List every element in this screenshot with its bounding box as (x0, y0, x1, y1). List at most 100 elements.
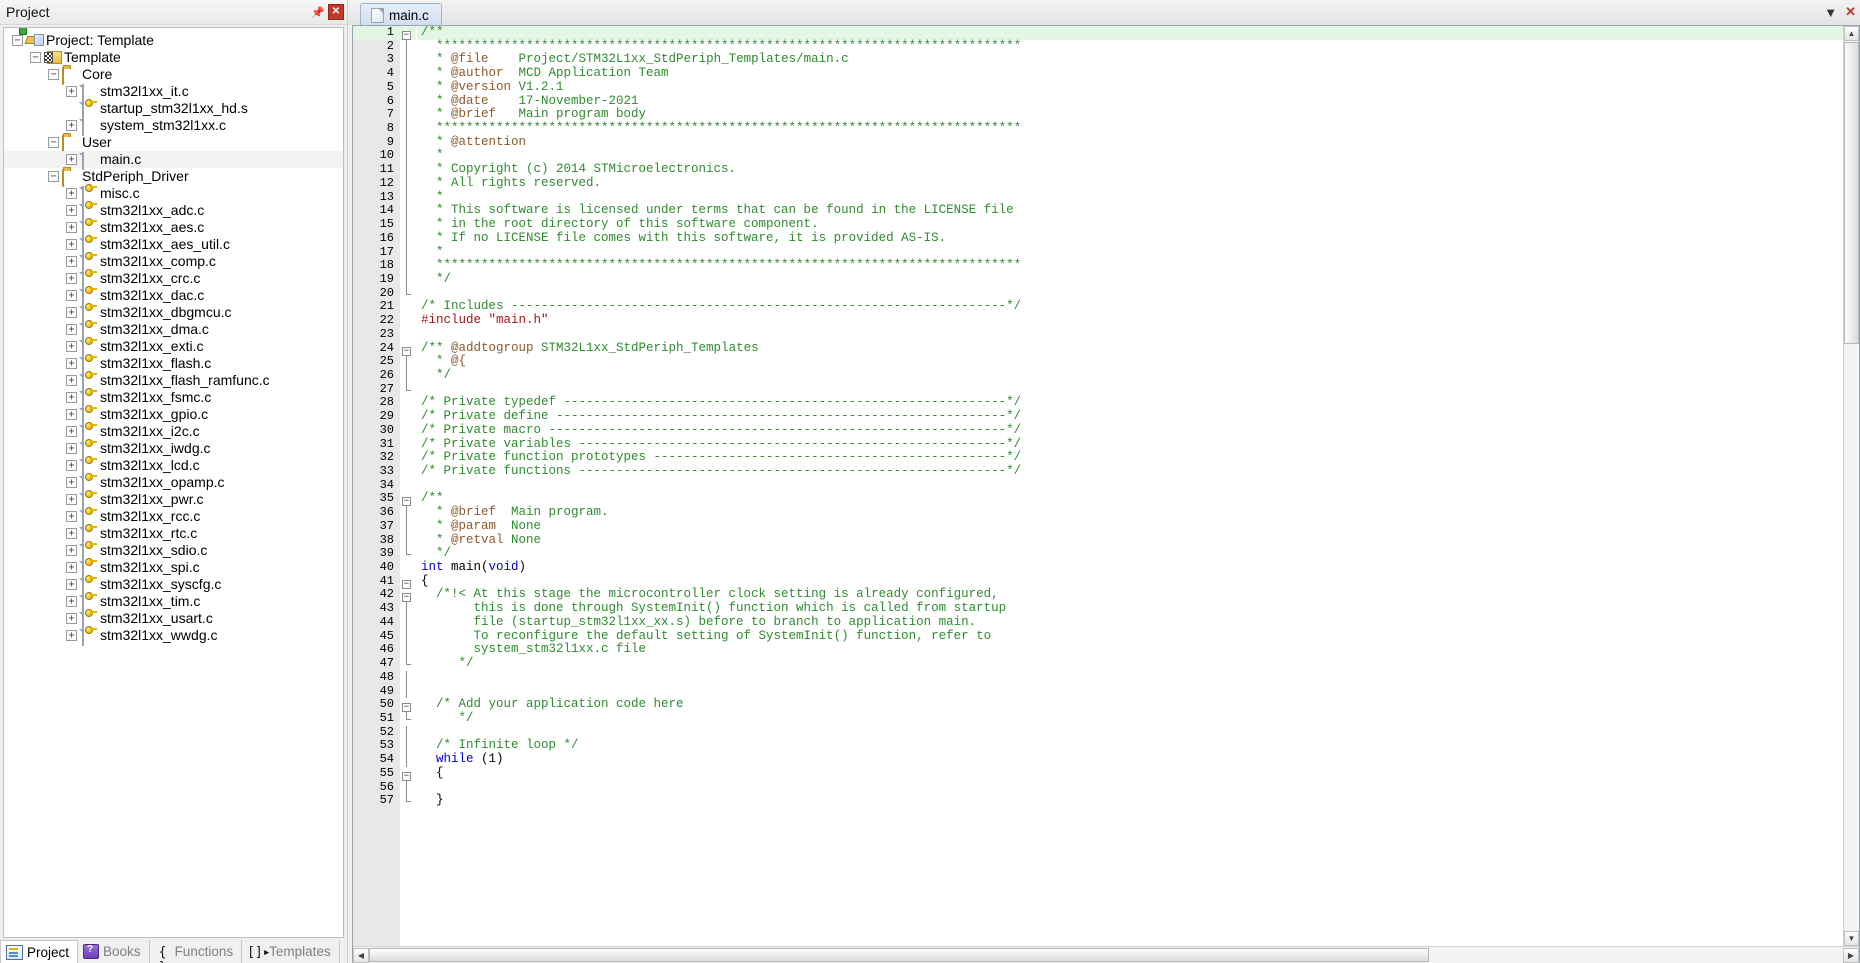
tree-item[interactable]: + stm32l1xx_gpio.c (4, 406, 343, 425)
expand-icon[interactable]: + (66, 154, 77, 165)
fold-cell[interactable] (400, 739, 416, 754)
collapse-icon[interactable]: − (48, 171, 59, 182)
fold-cell[interactable] (400, 424, 416, 438)
tree-item[interactable]: + stm32l1xx_usart.c (4, 610, 343, 629)
expand-icon[interactable]: + (66, 409, 77, 420)
tree-item[interactable]: + stm32l1xx_tim.c (4, 593, 343, 612)
tree-item[interactable]: + stm32l1xx_spi.c (4, 559, 343, 578)
tab-main-c[interactable]: main.c (360, 3, 442, 27)
code-line[interactable]: file (startup_stm32l1xx_xx.s) before to … (417, 615, 1843, 630)
close-icon[interactable]: ✕ (328, 4, 344, 20)
tree-item[interactable]: + system_stm32l1xx.c (4, 117, 343, 136)
expand-icon[interactable]: + (66, 341, 77, 352)
fold-collapse-icon[interactable]: − (402, 497, 411, 507)
project-tree[interactable]: − Project: Template − Template − Core + stm32l1… (4, 28, 343, 646)
code-line[interactable]: /* Infinite loop */ (417, 739, 1843, 753)
tab-bar-controls[interactable]: ▼ ✕ (1824, 4, 1856, 20)
fold-cell[interactable] (400, 794, 416, 808)
fold-collapse-icon[interactable]: − (402, 593, 411, 603)
code-line[interactable]: system_stm32l1xx.c file (417, 642, 1843, 657)
fold-cell[interactable] (400, 94, 416, 109)
code-line[interactable]: while (1) (417, 752, 1843, 767)
fold-cell[interactable] (400, 780, 416, 795)
tree-item[interactable]: − Template (4, 49, 343, 66)
code-line[interactable]: { (417, 766, 1843, 781)
fold-cell[interactable] (400, 204, 416, 219)
fold-collapse-icon[interactable]: − (402, 771, 411, 781)
fold-collapse-icon[interactable]: − (402, 703, 411, 713)
close-document-icon[interactable]: ✕ (1845, 4, 1856, 20)
tree-item[interactable]: + stm32l1xx_aes_util.c (4, 236, 343, 255)
code-line[interactable]: */ (417, 711, 1843, 726)
fold-cell[interactable] (400, 451, 416, 465)
fold-cell[interactable] (400, 643, 416, 658)
code-line[interactable]: * @{ (417, 354, 1843, 369)
expand-icon[interactable]: + (66, 120, 77, 131)
expand-icon[interactable]: + (66, 358, 77, 369)
fold-cell[interactable] (400, 547, 416, 561)
code-text-area[interactable]: /** ************************************… (417, 26, 1843, 946)
horizontal-scroll-track[interactable] (1429, 947, 1843, 963)
code-line[interactable] (417, 287, 1843, 301)
editor-horizontal-scrollbar[interactable]: ◀ ▶ (353, 946, 1859, 963)
expand-icon[interactable]: + (66, 256, 77, 267)
code-line[interactable]: * @brief Main program. (417, 505, 1843, 520)
expand-icon[interactable]: + (66, 528, 77, 539)
tree-item[interactable]: + stm32l1xx_flash_ramfunc.c (4, 372, 343, 391)
project-tree-container[interactable]: − Project: Template − Template − Core + stm32l1… (3, 27, 344, 938)
fold-cell[interactable] (400, 176, 416, 191)
code-line[interactable]: /*!< At this stage the microcontroller c… (417, 588, 1843, 602)
scroll-right-arrow-icon[interactable]: ▶ (1843, 947, 1859, 963)
project-pane-tabs[interactable]: Project Books { } Functions []▸Templates (0, 940, 347, 963)
code-line[interactable]: { (417, 574, 1843, 589)
fold-cell[interactable] (400, 615, 416, 630)
collapse-icon[interactable]: − (48, 137, 59, 148)
collapse-icon[interactable]: − (48, 69, 59, 80)
fold-cell[interactable] (400, 382, 416, 397)
pane-tab-templates[interactable]: []▸ Templates (242, 940, 340, 963)
fold-cell[interactable] (400, 135, 416, 150)
code-line[interactable]: /** (417, 26, 1843, 40)
code-line[interactable]: * in the root directory of this software… (417, 217, 1843, 232)
tree-item[interactable]: − User (4, 134, 343, 153)
code-line[interactable]: * This software is licensed under terms … (417, 203, 1843, 218)
fold-cell[interactable] (400, 479, 416, 493)
expand-icon[interactable]: + (66, 477, 77, 488)
fold-cell[interactable] (400, 328, 416, 342)
code-line[interactable]: /* Private functions -------------------… (417, 464, 1843, 479)
fold-cell[interactable] (400, 368, 416, 383)
fold-cell[interactable] (400, 602, 416, 616)
code-line[interactable] (417, 726, 1843, 740)
code-folding-column[interactable]: − − − − − − − (400, 26, 417, 946)
fold-cell[interactable] (400, 519, 416, 534)
code-line[interactable]: /** @addtogroup STM32L1xx_StdPeriph_Temp… (417, 341, 1843, 356)
code-line[interactable]: /* Private define ----------------------… (417, 409, 1843, 424)
fold-cell[interactable] (400, 396, 416, 410)
tree-item[interactable]: + stm32l1xx_exti.c (4, 338, 343, 357)
tree-item[interactable]: + stm32l1xx_dac.c (4, 287, 343, 306)
fold-cell[interactable] (400, 67, 416, 81)
pin-icon[interactable]: 📌 (310, 4, 326, 20)
collapse-icon[interactable]: − (12, 35, 23, 46)
document-tab-bar[interactable]: main.c ▼ ✕ (348, 0, 1860, 27)
fold-cell[interactable] (400, 438, 416, 452)
fold-cell[interactable]: − (400, 342, 416, 356)
fold-cell[interactable] (400, 506, 416, 520)
tree-item[interactable]: + stm32l1xx_it.c (4, 83, 343, 102)
code-line[interactable]: * If no LICENSE file comes with this sof… (417, 231, 1843, 246)
scroll-up-arrow-icon[interactable]: ▲ (1844, 26, 1859, 41)
tree-item[interactable]: startup_stm32l1xx_hd.s (4, 100, 343, 119)
code-line[interactable]: ****************************************… (417, 39, 1843, 54)
expand-icon[interactable]: + (66, 596, 77, 607)
code-line[interactable] (417, 781, 1843, 795)
code-line[interactable]: int main(void) (417, 560, 1843, 575)
fold-cell[interactable] (400, 561, 416, 575)
tree-item[interactable]: − Core (4, 66, 343, 85)
tree-item[interactable]: + stm32l1xx_crc.c (4, 270, 343, 289)
code-line[interactable]: ****************************************… (417, 121, 1843, 136)
tree-item[interactable]: + stm32l1xx_opamp.c (4, 474, 343, 493)
code-line[interactable]: * @version V1.2.1 (417, 80, 1843, 95)
scroll-down-arrow-icon[interactable]: ▼ (1844, 931, 1859, 946)
expand-icon[interactable]: + (66, 443, 77, 454)
fold-cell[interactable] (400, 286, 416, 301)
